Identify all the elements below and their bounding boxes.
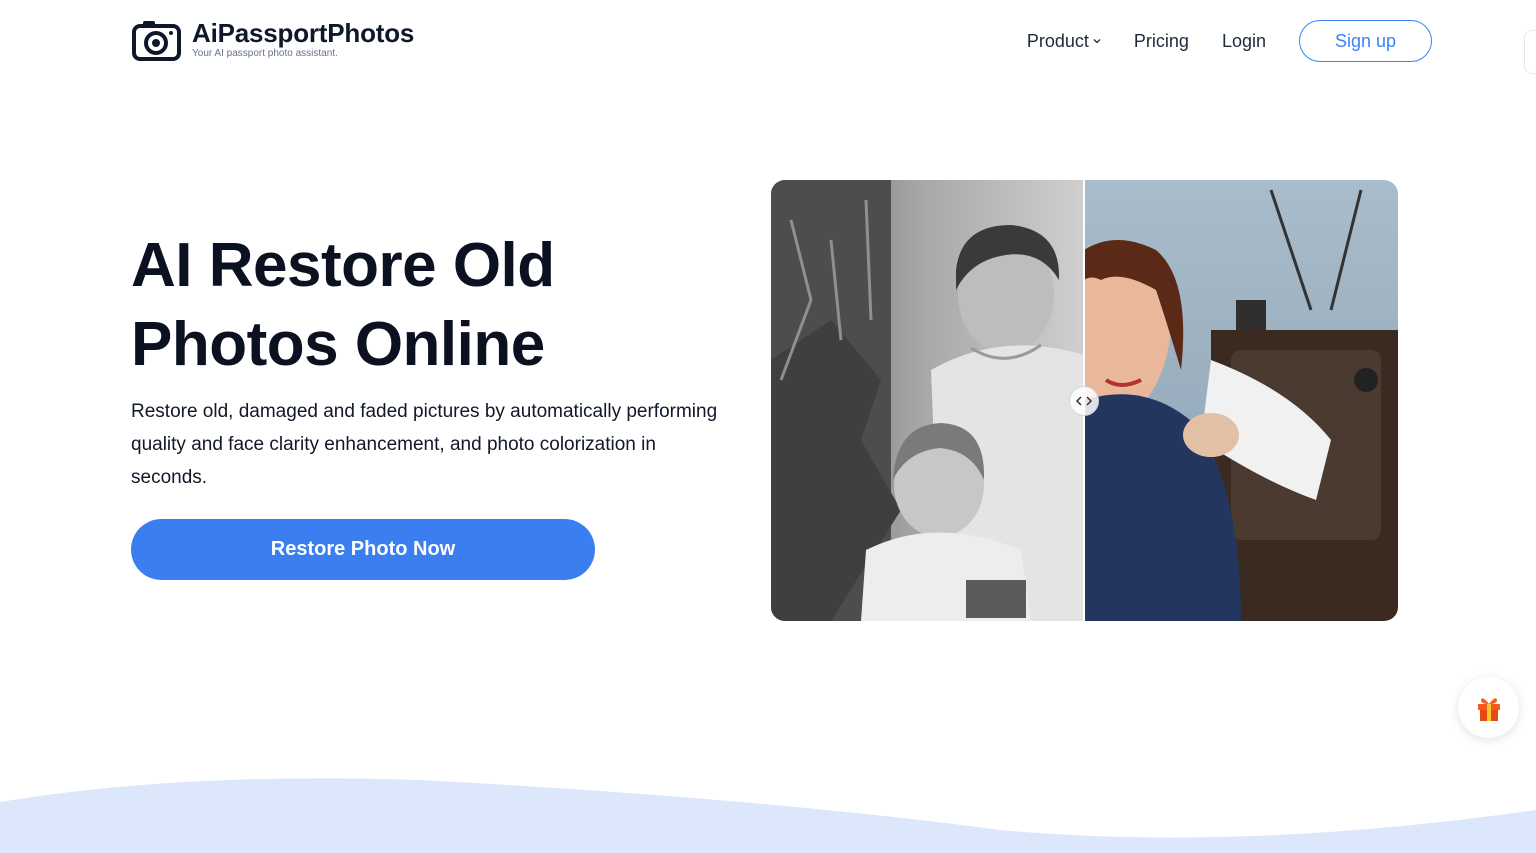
- nav-product[interactable]: Product: [1027, 31, 1102, 52]
- restore-photo-button[interactable]: Restore Photo Now: [131, 519, 595, 580]
- main-nav: Product Pricing Login Sign up: [1027, 20, 1432, 62]
- brand-logo[interactable]: AiPassportPhotos Your AI passport photo …: [131, 18, 414, 62]
- comparison-slider-handle[interactable]: [1069, 386, 1099, 416]
- camera-icon: [132, 21, 181, 61]
- chevron-down-icon: [1093, 39, 1101, 44]
- title-line-1: AI Restore Old: [131, 231, 555, 300]
- title-line-2: Photos Online: [131, 310, 545, 379]
- signup-button[interactable]: Sign up: [1299, 20, 1432, 62]
- bottom-wave-decoration: [0, 778, 1536, 853]
- nav-pricing[interactable]: Pricing: [1134, 31, 1189, 52]
- gift-button[interactable]: [1458, 677, 1519, 738]
- before-photo: [771, 180, 1084, 621]
- nav-product-label: Product: [1026, 30, 1089, 51]
- hero-description: Restore old, damaged and faded pictures …: [131, 401, 718, 488]
- page-title: AI Restore Old Photos Online: [131, 226, 691, 384]
- chevrons-left-right-icon: [1075, 396, 1093, 406]
- brand-tagline: Your AI passport photo assistant.: [192, 48, 338, 59]
- after-photo: [1084, 180, 1398, 621]
- nav-login[interactable]: Login: [1222, 31, 1266, 52]
- brand-text: AiPassportPhotos Your AI passport photo …: [192, 18, 414, 60]
- before-after-comparison[interactable]: [771, 180, 1398, 621]
- side-panel-tab[interactable]: [1524, 30, 1536, 74]
- gift-icon: [1477, 697, 1500, 721]
- site-header: AiPassportPhotos Your AI passport photo …: [0, 0, 1536, 90]
- brand-name: AiPassportPhotos: [192, 18, 415, 48]
